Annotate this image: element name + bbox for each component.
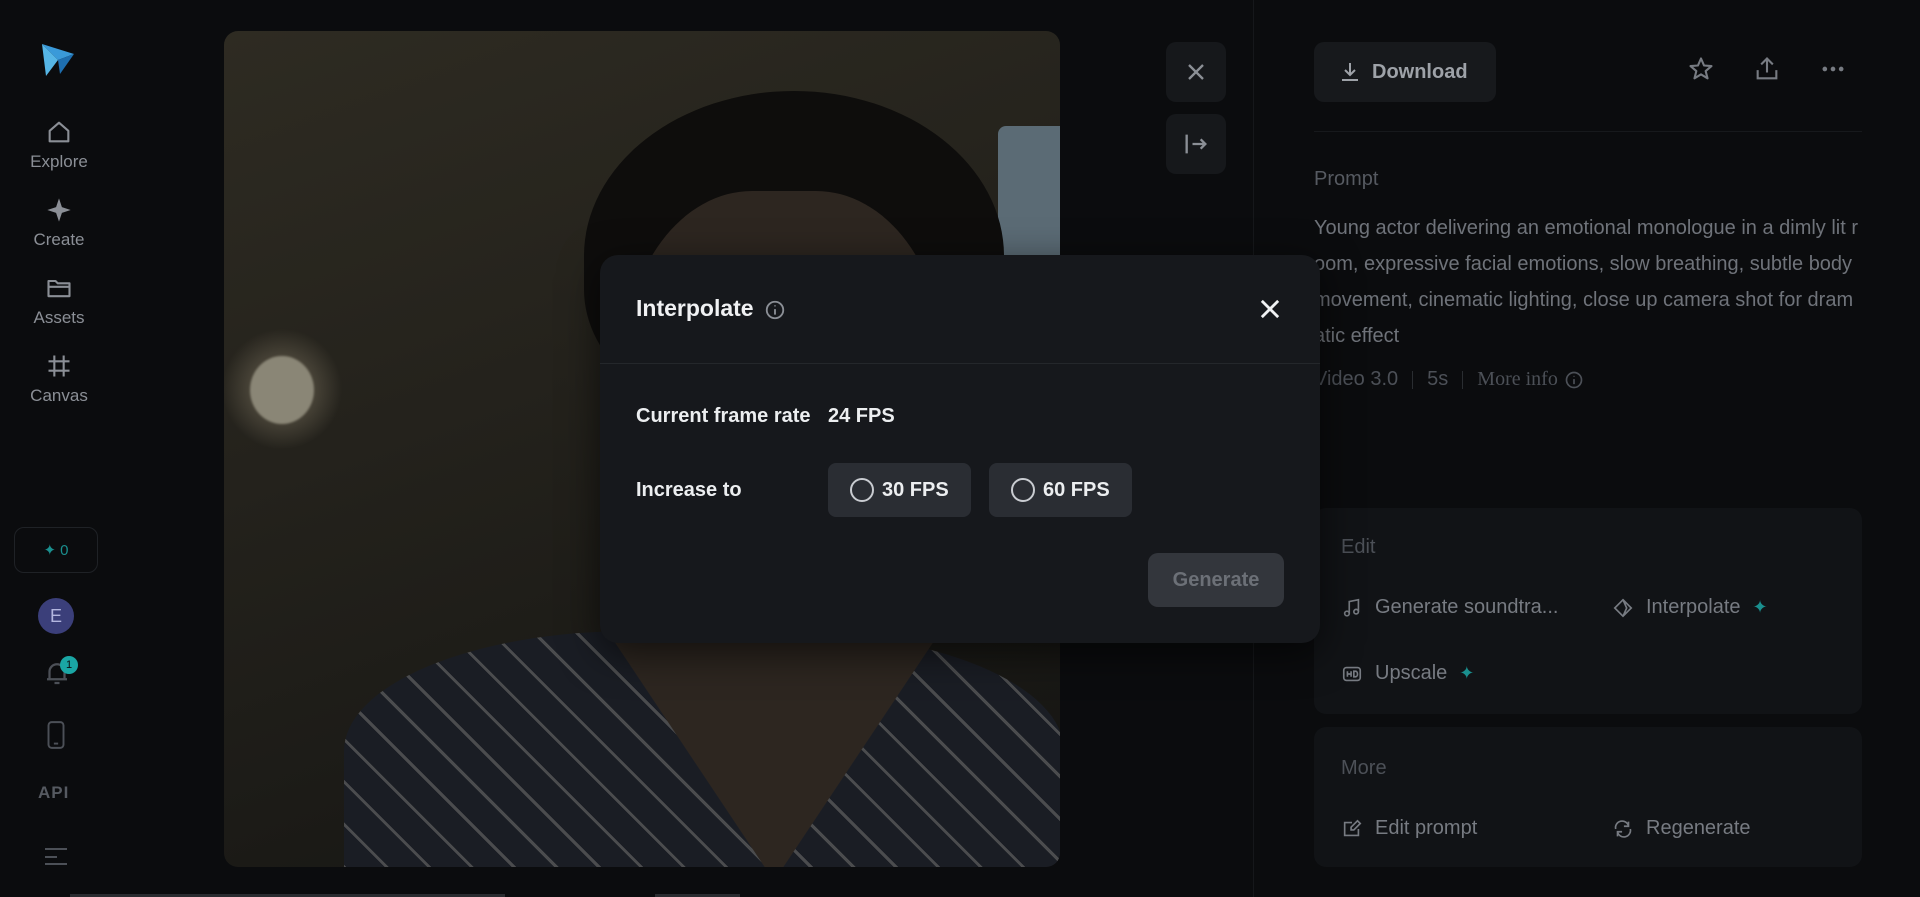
duration: 5s — [1427, 368, 1449, 390]
info-icon — [1565, 371, 1583, 388]
regenerate-button[interactable]: Regenerate — [1612, 817, 1751, 840]
sidebar: Explore Create Assets Canvas ✦ 0 E 1 API — [0, 0, 118, 897]
radio-button[interactable] — [850, 478, 874, 502]
prompt-text: Young actor delivering an emotional mono… — [1314, 217, 1859, 347]
avatar[interactable]: E — [38, 598, 74, 634]
lamp-light — [250, 356, 314, 424]
download-icon — [1342, 63, 1358, 81]
details-panel: Download Prompt Young actor delivering a… — [1314, 0, 1862, 897]
generate-soundtrack-button[interactable]: Generate soundtra... — [1341, 596, 1558, 619]
credits-badge[interactable]: ✦ 0 — [14, 527, 98, 573]
more-info-link[interactable]: More info — [1477, 368, 1584, 391]
meta-separator — [1412, 370, 1414, 389]
sparkle-icon: ✦ — [43, 542, 57, 559]
generate-soundtrack-label: Generate soundtra... — [1375, 596, 1559, 618]
more-card: More Edit prompt Regenerate — [1314, 727, 1862, 867]
close-preview-button[interactable] — [1166, 42, 1226, 102]
edit-card: Edit Generate soundtra... Interpolate ✦ … — [1314, 508, 1862, 714]
generation-meta: Video 3.0 5s More info — [1314, 368, 1584, 391]
meta-separator — [1462, 370, 1464, 389]
canvas-grid-icon — [48, 355, 70, 377]
generate-button[interactable]: Generate — [1148, 553, 1284, 607]
sidebar-item-label: Canvas — [30, 386, 88, 405]
header-divider — [1314, 131, 1862, 132]
sidebar-item-assets[interactable]: Assets — [14, 274, 104, 344]
notification-badge: 1 — [60, 656, 78, 674]
regenerate-label: Regenerate — [1646, 817, 1751, 839]
fps-option-label: 60 FPS — [1043, 478, 1110, 501]
more-info-label: More info — [1477, 368, 1558, 390]
more-options-button[interactable] — [1816, 52, 1850, 86]
upscale-label: Upscale — [1375, 662, 1448, 684]
home-icon — [48, 121, 70, 143]
info-icon[interactable] — [764, 299, 786, 321]
fps-option-60[interactable]: 60 FPS — [989, 463, 1132, 517]
upscale-button[interactable]: Upscale ✦ — [1341, 662, 1474, 685]
api-link[interactable]: API — [38, 783, 69, 803]
download-label: Download — [1372, 60, 1468, 83]
edit-prompt-label: Edit prompt — [1375, 817, 1478, 839]
sparkle-icon: ✦ — [1459, 663, 1475, 683]
share-button[interactable] — [1750, 52, 1784, 86]
share-icon — [1756, 57, 1778, 80]
regenerate-icon — [1614, 819, 1632, 838]
sparkle-icon — [47, 198, 71, 222]
sidebar-item-canvas[interactable]: Canvas — [14, 352, 104, 422]
folder-icon — [47, 279, 71, 298]
music-note-icon — [1343, 598, 1360, 617]
star-icon — [1689, 57, 1713, 80]
sparkle-icon: ✦ — [1752, 597, 1768, 617]
sidebar-item-label: Create — [33, 230, 85, 249]
sidebar-item-label: Assets — [33, 308, 85, 327]
close-dialog-button[interactable] — [1254, 293, 1286, 325]
interpolate-label: Interpolate — [1646, 596, 1741, 618]
ellipsis-icon — [1822, 66, 1844, 72]
sidebar-item-label: Explore — [30, 152, 88, 171]
edit-icon — [1343, 819, 1362, 836]
app-root: Explore Create Assets Canvas ✦ 0 E 1 API — [0, 0, 1920, 897]
more-title: More — [1341, 757, 1387, 779]
background-window — [998, 126, 1060, 266]
sidebar-item-explore[interactable]: Explore — [14, 118, 104, 188]
model-name: Video 3.0 — [1314, 368, 1399, 390]
fps-option-30[interactable]: 30 FPS — [828, 463, 971, 517]
edit-prompt-button[interactable]: Edit prompt — [1341, 817, 1477, 840]
close-icon — [1188, 64, 1204, 80]
mobile-icon[interactable] — [43, 720, 69, 750]
panel-arrow-icon — [1185, 134, 1207, 154]
fps-option-label: 30 FPS — [882, 478, 949, 501]
credits-count: 0 — [60, 541, 69, 559]
current-frame-rate-value: 24 FPS — [828, 405, 895, 427]
edit-title: Edit — [1341, 536, 1376, 558]
menu-lines-icon[interactable] — [43, 845, 69, 865]
hd-icon — [1342, 666, 1362, 681]
favorite-button[interactable] — [1684, 52, 1718, 86]
logo-icon[interactable] — [38, 40, 78, 80]
current-frame-rate-label: Current frame rate — [636, 405, 811, 427]
interpolate-button[interactable]: Interpolate ✦ — [1612, 596, 1768, 619]
dialog-divider — [600, 363, 1320, 364]
diamond-icon — [1613, 598, 1633, 617]
close-icon — [1260, 299, 1280, 319]
increase-to-label: Increase to — [636, 479, 742, 501]
sidebar-item-create[interactable]: Create — [14, 196, 104, 266]
interpolate-dialog: Interpolate Current frame rate 24 FPS In… — [600, 255, 1320, 643]
dialog-title: Interpolate — [636, 295, 754, 321]
radio-button[interactable] — [1011, 478, 1035, 502]
download-button[interactable]: Download — [1314, 42, 1496, 102]
toggle-panel-button[interactable] — [1166, 114, 1226, 174]
prompt-title: Prompt — [1314, 168, 1379, 190]
